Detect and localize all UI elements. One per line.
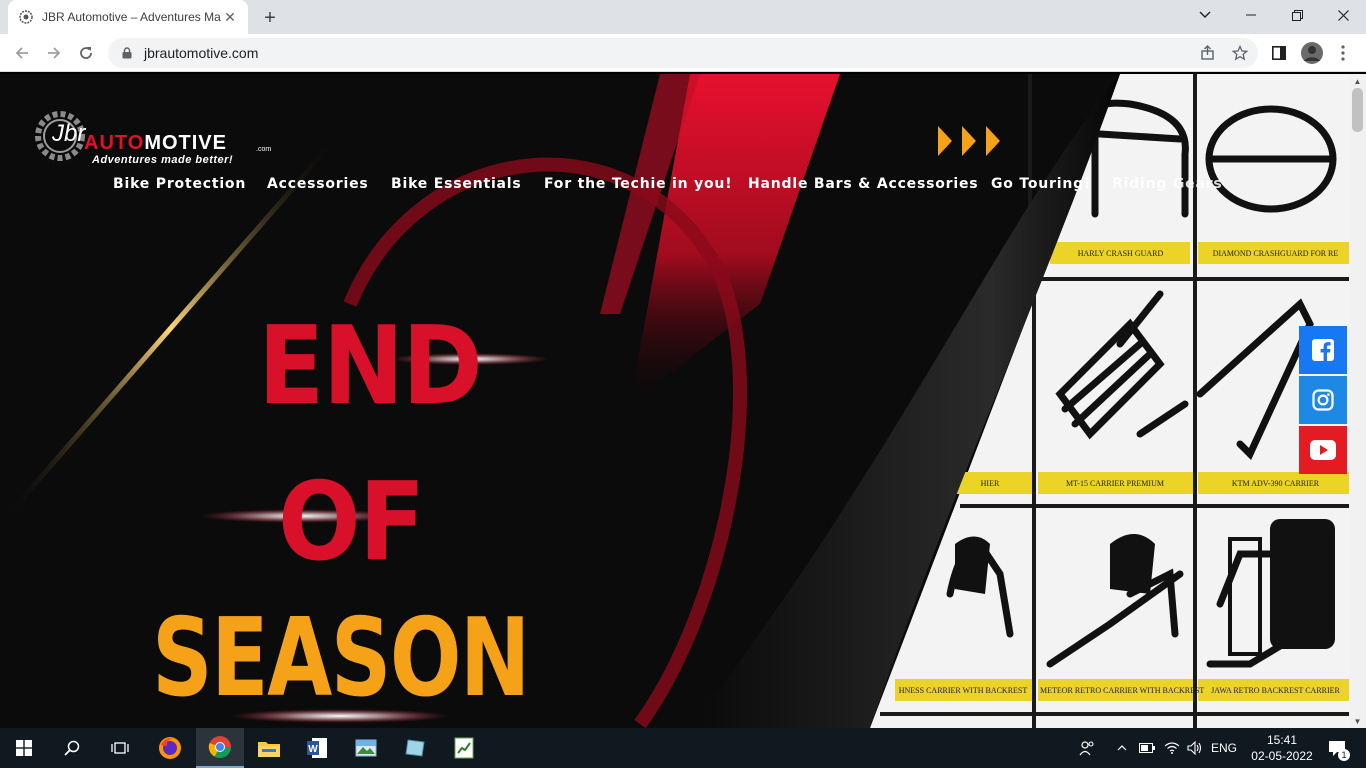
scrollbar-thumb[interactable] [1352,88,1363,132]
share-icon[interactable] [1196,41,1220,65]
minimize-icon[interactable] [1228,0,1274,30]
youtube-button[interactable] [1299,426,1347,474]
volume-icon[interactable] [1185,728,1205,768]
nav-for-the-techie[interactable]: For the Techie in you! [544,176,732,192]
headline-season: SEASON [152,596,530,721]
site-logo[interactable]: Jbr AUTOMOTIVE .com Adventures made bett… [34,106,284,166]
back-icon[interactable] [10,41,34,65]
facebook-button[interactable] [1299,326,1347,374]
instagram-button[interactable] [1299,376,1347,424]
scroll-down-icon[interactable]: ▼ [1349,714,1366,728]
browser-toolbar: jbrautomotive.com [0,34,1366,72]
lock-icon[interactable] [120,46,134,60]
new-tab-button[interactable]: + [258,6,282,30]
logo-dotcom: .com [256,146,272,153]
product-label: KTM ADV-390 CARRIER [1231,479,1320,488]
people-icon[interactable] [1076,728,1098,768]
notepad-chart-icon[interactable] [440,728,488,768]
task-view-icon[interactable] [96,728,144,768]
wifi-icon[interactable] [1162,728,1182,768]
nav-bike-essentials[interactable]: Bike Essentials [391,176,522,192]
windows-start-icon[interactable] [0,728,48,768]
hero-banner: HARLY CRASH GUARD DIAMOND CRASHGUARD FOR… [0,74,1349,728]
close-tab-icon[interactable]: ✕ [222,9,238,25]
product-label: METEOR RETRO CARRIER WITH BACKREST [1040,686,1205,695]
nav-accessories[interactable]: Accessories [267,176,369,192]
tab-search-icon[interactable] [1182,0,1228,30]
file-explorer-icon[interactable] [245,728,293,768]
image-viewer-icon[interactable] [342,728,390,768]
youtube-icon [1310,440,1336,460]
taskbar: W ENG 15:41 02-05-2022 1 [0,728,1366,768]
nav-riding-gears[interactable]: Riding Gears [1112,176,1223,192]
product-label: HARLY CRASH GUARD [1077,249,1164,258]
nav-bike-protection[interactable]: Bike Protection [113,176,246,192]
headline-end: END [258,304,483,429]
side-panel-icon[interactable] [1267,41,1291,65]
battery-icon[interactable] [1137,728,1157,768]
language-indicator[interactable]: ENG [1208,728,1240,768]
address-bar[interactable]: jbrautomotive.com [108,38,1258,68]
product-label: DIAMOND CRASHGUARD FOR RE [1212,249,1339,258]
logo-jbr: Jbr [52,120,86,147]
app-icon[interactable] [391,728,439,768]
product-label: HIER [980,479,1000,488]
clock[interactable]: 15:41 02-05-2022 [1244,728,1320,768]
search-icon[interactable] [48,728,96,768]
chevron-up-icon[interactable] [1112,728,1132,768]
forward-icon[interactable] [42,41,66,65]
product-label: JAWA RETRO BACKREST CARRIER [1211,686,1340,695]
instagram-icon [1312,389,1334,411]
facebook-icon [1312,339,1334,361]
notifications-icon[interactable]: 1 [1322,728,1352,768]
product-label: MT-15 CARRIER PREMIUM [1066,479,1164,488]
headline-of: OF [278,460,425,585]
clock-date: 02-05-2022 [1251,749,1313,763]
site-favicon-icon [18,9,34,25]
word-icon[interactable]: W [293,728,341,768]
url-text: jbrautomotive.com [144,45,259,61]
scroll-up-icon[interactable]: ▲ [1349,74,1366,88]
clock-time: 15:41 [1266,733,1298,747]
nav-go-touring[interactable]: Go Touring! [991,176,1091,192]
restore-icon[interactable] [1274,0,1320,30]
bookmark-star-icon[interactable] [1228,41,1252,65]
svg-text:W: W [308,744,318,755]
notification-count-badge: 1 [1338,749,1350,761]
logo-tagline: Adventures made better! [92,154,234,166]
browser-tab[interactable]: JBR Automotive – Adventures Ma ✕ [8,0,248,34]
tab-strip: JBR Automotive – Adventures Ma ✕ + [0,0,1366,34]
reload-icon[interactable] [74,41,98,65]
nav-handle-bars[interactable]: Handle Bars & Accessories [748,176,978,192]
logo-wordmark: AUTOMOTIVE [84,132,227,155]
tab-title: JBR Automotive – Adventures Ma [42,10,221,24]
page-scrollbar[interactable]: ▲ ▼ [1349,74,1366,728]
product-label: HNESS CARRIER WITH BACKREST [898,686,1028,695]
logo-wordmark-white: MOTIVE [144,132,227,154]
logo-wordmark-red: AUTO [84,132,145,154]
chrome-menu-icon[interactable] [1331,41,1355,65]
chrome-taskbar-icon[interactable] [196,728,244,768]
firefox-icon[interactable] [146,728,194,768]
profile-avatar[interactable] [1300,41,1324,65]
close-window-icon[interactable] [1320,0,1366,30]
